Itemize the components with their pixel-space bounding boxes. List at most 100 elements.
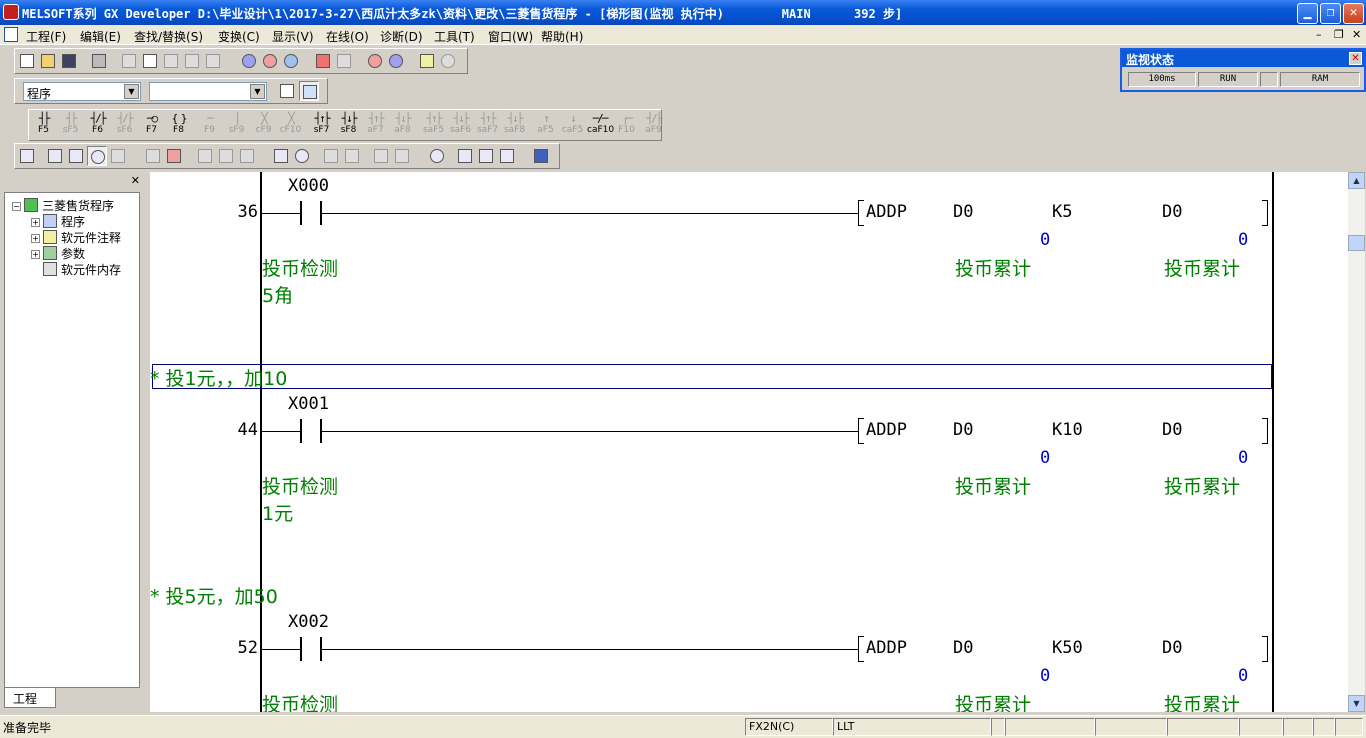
close-button[interactable]: ✕ — [1343, 3, 1364, 24]
operand-1[interactable]: D0 — [953, 202, 973, 222]
mdi-restore-button[interactable]: ❐ — [1334, 28, 1344, 41]
contact-device[interactable]: X002 — [288, 612, 329, 632]
fkey-af9-button[interactable]: ┤/├ aF9 — [641, 112, 666, 138]
device-test-icon[interactable] — [292, 146, 312, 166]
ladder-view-icon[interactable] — [299, 81, 319, 101]
menu-find-replace[interactable]: 查找/替换(S) — [134, 28, 203, 45]
entry-monitor-icon[interactable] — [427, 146, 447, 166]
expand-icon[interactable]: + — [31, 250, 40, 259]
menu-help[interactable]: 帮助(H) — [541, 28, 583, 45]
cut-icon[interactable] — [119, 51, 139, 71]
operand-3[interactable]: D0 — [1162, 202, 1182, 222]
redo-icon[interactable] — [203, 51, 223, 71]
device-batch-icon[interactable] — [271, 146, 291, 166]
menu-window[interactable]: 窗口(W) — [488, 28, 533, 45]
tree-root[interactable]: − 三菱售货程序 — [12, 197, 114, 214]
instruction[interactable]: ADDP — [866, 420, 907, 440]
convert-online-icon[interactable] — [237, 146, 257, 166]
expand-icon[interactable]: + — [31, 234, 40, 243]
fkey-cf10-button[interactable]: ╳ cF10 — [278, 112, 303, 138]
tree-item-device-memory[interactable]: 软元件内存 — [43, 261, 121, 278]
program-select[interactable]: 程序 ▼ — [23, 82, 141, 101]
operand-3[interactable]: D0 — [1162, 420, 1182, 440]
save-icon[interactable] — [59, 51, 79, 71]
fkey-f6-button[interactable]: ┤/├ F6 — [85, 112, 110, 138]
alias-display-icon[interactable] — [66, 146, 86, 166]
write-mode-icon[interactable] — [143, 146, 163, 166]
monitor-close-button[interactable]: ✕ — [1349, 52, 1362, 65]
write-plc-icon[interactable] — [313, 51, 333, 71]
trace-icon[interactable] — [392, 146, 412, 166]
print-icon[interactable] — [89, 51, 109, 71]
tree-item-parameter[interactable]: + 参数 — [31, 245, 85, 262]
ladder-step-1-icon[interactable] — [455, 146, 475, 166]
restore-button[interactable]: ❐ — [1320, 3, 1341, 24]
open-folder-icon[interactable] — [38, 51, 58, 71]
plc-read-icon[interactable] — [17, 146, 37, 166]
fkey-f8-button[interactable]: { } F8 — [166, 112, 191, 138]
tab-project[interactable]: 工程 — [4, 688, 56, 708]
fkey-af8-button[interactable]: ┤↓├ aF8 — [390, 112, 415, 138]
menu-view[interactable]: 显示(V) — [272, 28, 314, 45]
minimize-button[interactable]: ▁ — [1297, 3, 1318, 24]
no-contact[interactable] — [300, 419, 322, 443]
comment-icon[interactable] — [417, 51, 437, 71]
operand-2[interactable]: K10 — [1052, 420, 1083, 440]
monitor-stop-icon[interactable] — [386, 51, 406, 71]
fkey-f10-button[interactable]: ┌─ F10 — [614, 112, 639, 138]
chevron-down-icon[interactable]: ▼ — [124, 84, 139, 99]
fkey-cf9-button[interactable]: ╳ cF9 — [251, 112, 276, 138]
scroll-up-icon[interactable]: ▲ — [1348, 172, 1365, 189]
instruction[interactable]: ADDP — [866, 202, 907, 222]
scroll-thumb[interactable] — [1348, 235, 1365, 251]
project-panel-close-button[interactable]: ✕ — [131, 174, 140, 187]
fkey-f9-button[interactable]: ─ F9 — [197, 112, 222, 138]
fkey-af7-button[interactable]: ┤↑├ aF7 — [363, 112, 388, 138]
menu-project[interactable]: 工程(F) — [26, 28, 66, 45]
fkey-caf5-button[interactable]: ↓ caF5 — [560, 112, 585, 138]
scroll-down-icon[interactable]: ▼ — [1348, 695, 1365, 712]
operand-1[interactable]: D0 — [953, 638, 973, 658]
paste-icon[interactable] — [161, 51, 181, 71]
new-file-icon[interactable] — [17, 51, 37, 71]
contact-device[interactable]: X000 — [288, 176, 329, 196]
operand-2[interactable]: K5 — [1052, 202, 1072, 222]
ladder-step-3-icon[interactable] — [497, 146, 517, 166]
fkey-saf5-button[interactable]: ┤↑├ saF5 — [421, 112, 446, 138]
device-search-icon[interactable] — [239, 51, 259, 71]
mdi-minimize-button[interactable]: – — [1316, 28, 1322, 41]
no-write-icon[interactable] — [164, 146, 184, 166]
window-toggle-icon[interactable] — [531, 146, 551, 166]
fkey-sf7-button[interactable]: ┤↑├ sF7 — [309, 112, 334, 138]
menu-diagnostics[interactable]: 诊断(D) — [380, 28, 423, 45]
no-contact[interactable] — [300, 201, 322, 225]
zoom-icon[interactable] — [87, 146, 107, 166]
program-name-select[interactable]: ▼ — [149, 82, 267, 101]
chevron-down-icon[interactable]: ▼ — [250, 84, 265, 99]
comment-display-icon[interactable] — [45, 146, 65, 166]
copy-icon[interactable] — [140, 51, 160, 71]
vertical-scrollbar[interactable]: ▲ ▼ — [1348, 172, 1365, 712]
fkey-sf6-button[interactable]: ┤/├ sF6 — [112, 112, 137, 138]
statement-selection[interactable] — [152, 364, 1272, 389]
contact-device[interactable]: X001 — [288, 394, 329, 414]
collapse-icon[interactable]: − — [12, 202, 21, 211]
parameter-icon[interactable] — [438, 51, 458, 71]
menu-tools[interactable]: 工具(T) — [434, 28, 475, 45]
fkey-f7-button[interactable]: ─○ F7 — [139, 112, 164, 138]
no-contact[interactable] — [300, 637, 322, 661]
sampling-icon[interactable] — [371, 146, 391, 166]
ladder-step-2-icon[interactable] — [476, 146, 496, 166]
fkey-af5-button[interactable]: ↑ aF5 — [533, 112, 558, 138]
mdi-close-button[interactable]: ✕ — [1352, 28, 1361, 41]
fkey-saf8-button[interactable]: ┤↓├ saF8 — [502, 112, 527, 138]
skip-run-icon[interactable] — [342, 146, 362, 166]
operand-2[interactable]: K50 — [1052, 638, 1083, 658]
edit-mode-icon[interactable] — [108, 146, 128, 166]
operand-3[interactable]: D0 — [1162, 638, 1182, 658]
expand-icon[interactable]: + — [31, 218, 40, 227]
undo-icon[interactable] — [182, 51, 202, 71]
fkey-caf10-button[interactable]: ─/─ caF10 — [587, 112, 614, 138]
step-run-icon[interactable] — [321, 146, 341, 166]
fkey-sf9-button[interactable]: │ sF9 — [224, 112, 249, 138]
